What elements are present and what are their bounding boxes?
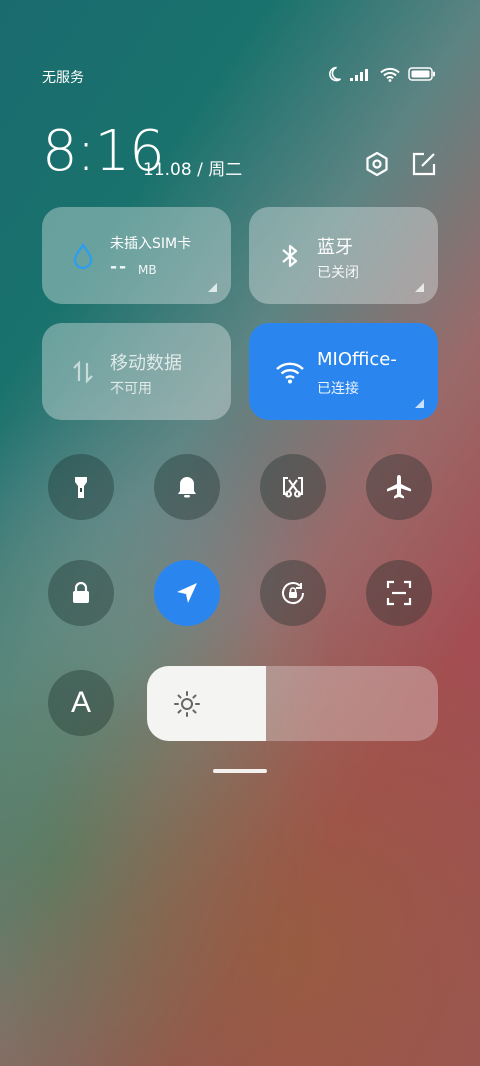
screenshot-icon <box>280 474 306 500</box>
data-arrows-icon <box>64 353 102 391</box>
bell-icon <box>174 474 200 500</box>
brightness-level-fill <box>147 666 267 741</box>
screenshot-button[interactable] <box>260 454 326 520</box>
battery-icon <box>408 67 436 81</box>
airplane-icon <box>385 473 413 501</box>
brightness-slider[interactable] <box>147 666 438 741</box>
expand-corner-icon <box>415 399 424 408</box>
flashlight-icon <box>68 474 94 500</box>
expand-corner-icon <box>415 283 424 292</box>
flashlight-button[interactable] <box>48 454 114 520</box>
bluetooth-tile[interactable]: 蓝牙 已关闭 <box>249 207 438 304</box>
carrier-status: 无服务 <box>42 70 84 86</box>
bluetooth-title: 蓝牙 <box>317 237 353 258</box>
sound-button[interactable] <box>154 454 220 520</box>
status-icons <box>326 66 436 82</box>
signal-icon <box>350 67 372 81</box>
bluetooth-icon <box>271 237 309 275</box>
moon-icon <box>326 66 342 82</box>
sim-tile-value: -- <box>110 257 129 277</box>
mobile-data-title: 移动数据 <box>110 353 182 374</box>
mobile-data-status: 不可用 <box>110 381 152 397</box>
panel-handle[interactable] <box>213 769 267 773</box>
sun-icon <box>173 690 201 718</box>
rotation-lock-button[interactable] <box>260 560 326 626</box>
water-drop-icon <box>64 237 102 275</box>
scan-button[interactable] <box>366 560 432 626</box>
date-label: 11.08 / 周二 <box>143 160 243 180</box>
font-size-button[interactable]: A <box>48 670 114 736</box>
lock-icon <box>68 580 94 606</box>
wifi-icon <box>271 353 309 391</box>
sim-tile-title: 未插入SIM卡 <box>110 236 192 252</box>
sim-tile-unit: MB <box>138 263 157 277</box>
edit-icon[interactable] <box>410 150 438 178</box>
location-icon <box>174 580 200 606</box>
lock-screen-button[interactable] <box>48 560 114 626</box>
sim-tile[interactable]: 未插入SIM卡 -- MB <box>42 207 231 304</box>
wifi-tile[interactable]: MIOffice- 已连接 <box>249 323 438 420</box>
bluetooth-status: 已关闭 <box>317 265 359 281</box>
mobile-data-tile[interactable]: 移动数据 不可用 <box>42 323 231 420</box>
wifi-status: 已连接 <box>317 381 359 397</box>
font-size-label: A <box>70 686 91 719</box>
wifi-title: MIOffice- <box>317 349 397 370</box>
location-button[interactable] <box>154 560 220 626</box>
wifi-icon <box>380 67 400 82</box>
expand-corner-icon <box>208 283 217 292</box>
airplane-mode-button[interactable] <box>366 454 432 520</box>
settings-icon[interactable] <box>363 150 391 178</box>
rotation-lock-icon <box>279 579 307 607</box>
scan-icon <box>385 579 413 607</box>
